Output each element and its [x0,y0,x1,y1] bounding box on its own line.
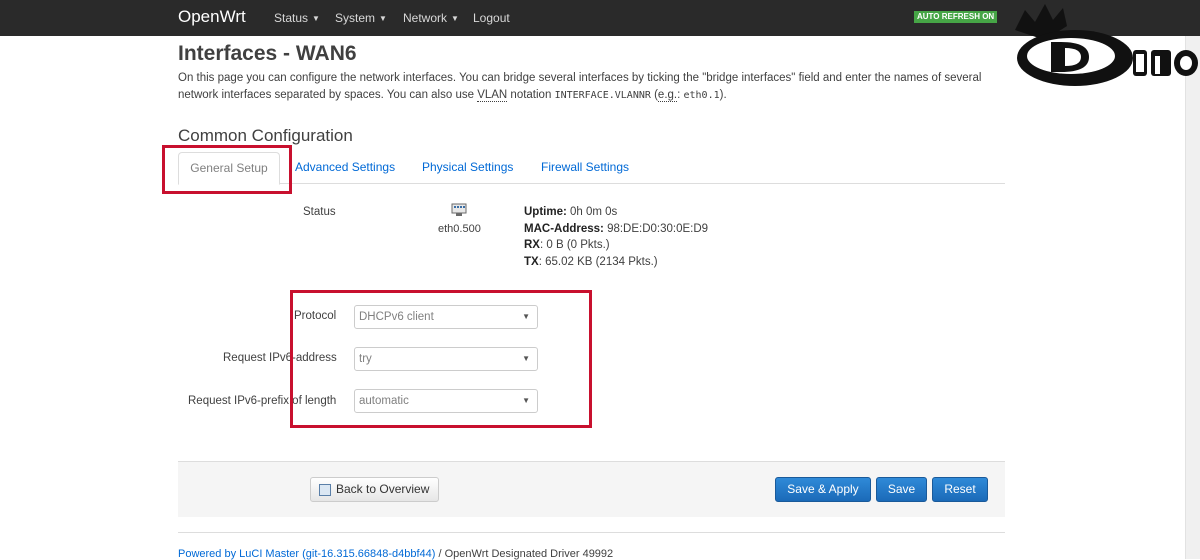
eg-abbr: e.g. [657,88,678,102]
tx-row: TX: 65.02 KB (2134 Pkts.) [524,254,708,271]
example-code: eth0.1 [683,89,720,101]
back-to-overview-button[interactable]: Back to Overview [310,477,439,502]
menu-network[interactable]: Network ▼ [403,11,459,25]
vertical-scrollbar[interactable] [1185,36,1200,559]
brand-logo[interactable]: OpenWrt [178,7,246,27]
rx-value: : 0 B (0 Pkts.) [539,239,610,251]
chevron-down-icon: ▼ [379,14,387,24]
description-text: ). [719,88,727,101]
back-arrow-icon [319,484,331,496]
back-button-label: Back to Overview [336,482,430,496]
highlight-box-form [290,290,592,428]
uptime-label: Uptime: [524,206,567,218]
openwrt-version: OpenWrt Designated Driver 49992 [444,548,614,560]
description-text: ( [650,88,658,101]
menu-logout[interactable]: Logout [473,11,510,25]
chevron-down-icon: ▼ [451,14,459,24]
page-description: On this page you can configure the netwo… [178,70,998,104]
status-label: Status [303,206,336,218]
tx-label: TX [524,255,539,268]
chevron-down-icon: ▼ [312,14,320,24]
interface-info: Uptime: 0h 0m 0s MAC-Address: 98:DE:D0:3… [524,204,708,270]
ethernet-port-icon [451,203,467,216]
tx-value: : 65.02 KB (2134 Pkts.) [538,255,658,268]
tab-firewall-settings[interactable]: Firewall Settings [541,152,629,183]
menu-system-label: System [335,11,376,25]
vlan-notation-code: INTERFACE.VLANNR [554,89,651,101]
menu-network-label: Network [403,11,448,25]
rx-label: RX [524,239,540,251]
uptime-row: Uptime: 0h 0m 0s [524,204,708,221]
menu-status-label: Status [274,11,309,25]
mac-value: 98:DE:D0:30:0E:D9 [603,222,709,235]
page-title: Interfaces - WAN6 [178,42,357,65]
description-text: notation [507,88,555,101]
save-apply-button[interactable]: Save & Apply [775,477,871,502]
highlight-box-tab [162,145,292,194]
footer-separator: / [435,548,445,560]
tab-physical-settings[interactable]: Physical Settings [422,152,513,183]
menu-status[interactable]: Status ▼ [274,11,320,25]
mac-label: MAC-Address: [524,222,604,235]
menu-system[interactable]: System ▼ [335,11,387,25]
luci-link[interactable]: Powered by LuCI Master (git-16.315.66848… [178,548,435,560]
tab-advanced-settings[interactable]: Advanced Settings [295,152,395,183]
section-title: Common Configuration [178,126,353,145]
rx-row: RX: 0 B (0 Pkts.) [524,237,708,254]
uptime-value: 0h 0m 0s [566,206,618,218]
auto-refresh-badge[interactable]: AUTO REFRESH ON [914,11,998,23]
footer: Powered by LuCI Master (git-16.315.66848… [178,548,613,560]
vlan-abbr: VLAN [477,88,508,102]
save-button[interactable]: Save [876,477,927,502]
dino-watermark-logo [1015,4,1198,86]
reset-button[interactable]: Reset [932,477,988,502]
device-name: eth0.500 [438,223,481,235]
footer-divider [178,532,1005,533]
tabs-divider [178,183,1005,184]
mac-row: MAC-Address: 98:DE:D0:30:0E:D9 [524,221,708,238]
menu-logout-label: Logout [473,11,510,25]
